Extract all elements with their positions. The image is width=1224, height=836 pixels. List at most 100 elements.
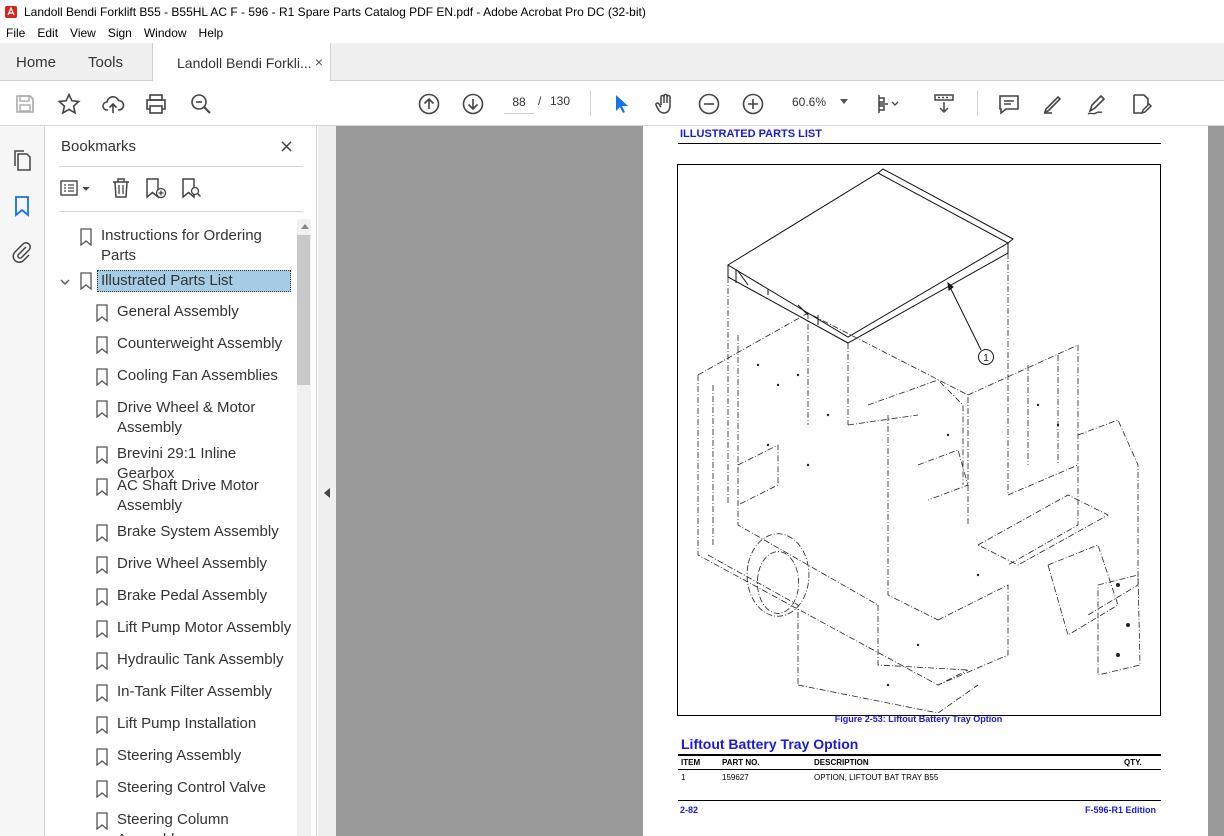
page-total: 130 bbox=[550, 94, 571, 108]
document-canvas[interactable]: ILLUSTRATED PARTS LIST 1 Figure 2-53: Li… bbox=[336, 126, 1224, 836]
bookmark-item[interactable]: In-Tank Filter Assembly bbox=[95, 682, 272, 702]
menu-edit[interactable]: Edit bbox=[31, 26, 64, 40]
bookmark-label: Counterweight Assembly bbox=[117, 335, 283, 352]
menu-window[interactable]: Window bbox=[138, 26, 193, 40]
options-menu-icon[interactable] bbox=[59, 176, 95, 202]
bookmark-item[interactable]: Drive Wheel Assembly bbox=[95, 554, 267, 574]
bookmark-label: Steering Assembly bbox=[117, 747, 242, 764]
zoom-value: 60.6% bbox=[792, 95, 827, 109]
add-bookmark-icon[interactable] bbox=[143, 176, 169, 202]
bookmark-label: General Assembly bbox=[117, 303, 239, 320]
upload-cloud-icon[interactable] bbox=[100, 91, 126, 117]
bookmark-icon bbox=[96, 588, 108, 606]
page-thumbnails-icon[interactable] bbox=[10, 148, 34, 172]
menu-file[interactable]: File bbox=[0, 26, 31, 40]
attachment-icon[interactable] bbox=[10, 240, 34, 264]
page-separator: / bbox=[538, 94, 542, 108]
footer-edition: F-596-R1 Edition bbox=[1085, 805, 1157, 815]
bookmark-list: Instructions for Ordering Parts Illustra… bbox=[45, 218, 297, 836]
divider bbox=[59, 211, 303, 212]
bookmark-icon bbox=[96, 780, 108, 798]
fit-page-icon[interactable] bbox=[874, 91, 900, 117]
page-down-icon[interactable] bbox=[460, 91, 486, 117]
table-cell-item: 1 bbox=[681, 773, 686, 782]
bookmark-label: Brake Pedal Assembly bbox=[117, 587, 268, 604]
bookmark-label: Cooling Fan Assemblies bbox=[117, 367, 278, 384]
bookmark-item[interactable]: Brake System Assembly bbox=[95, 522, 279, 542]
scroll-up-icon[interactable] bbox=[301, 224, 309, 229]
zoom-select[interactable]: 60.6% bbox=[785, 90, 855, 114]
close-panel-icon[interactable]: × bbox=[279, 136, 294, 157]
bookmark-icon bbox=[96, 812, 108, 830]
hand-icon[interactable] bbox=[652, 91, 678, 117]
menu-view[interactable]: View bbox=[64, 26, 102, 40]
bookmark-icon[interactable] bbox=[10, 194, 34, 218]
bookmark-icon bbox=[96, 556, 108, 574]
bookmark-item[interactable]: Lift Pump Installation bbox=[95, 714, 256, 734]
menu-sign[interactable]: Sign bbox=[102, 26, 138, 40]
delete-icon[interactable] bbox=[109, 176, 135, 202]
scrollbar-thumb[interactable] bbox=[297, 235, 310, 385]
bookmark-label: Assembly bbox=[117, 830, 229, 836]
bookmark-item[interactable]: Hydraulic Tank Assembly bbox=[95, 650, 283, 670]
panel-title: Bookmarks bbox=[61, 138, 137, 155]
zoom-in-icon[interactable] bbox=[740, 91, 766, 117]
zoom-out-icon[interactable] bbox=[696, 91, 722, 117]
bookmark-item[interactable]: Drive Wheel & Motor Assembly bbox=[95, 398, 255, 438]
bookmark-label: Parts bbox=[101, 247, 137, 264]
sign-icon[interactable] bbox=[1084, 91, 1110, 117]
scroll-mode-icon[interactable] bbox=[931, 91, 957, 117]
bookmark-label: Instructions for Ordering bbox=[101, 227, 262, 244]
section-title: Liftout Battery Tray Option bbox=[681, 736, 859, 752]
search-zoom-icon[interactable] bbox=[188, 91, 214, 117]
bookmark-icon bbox=[80, 272, 92, 290]
bookmark-icon bbox=[96, 336, 108, 354]
bookmark-icon bbox=[96, 716, 108, 734]
bookmark-item[interactable]: General Assembly bbox=[95, 302, 239, 322]
bookmark-item[interactable]: Steering Column Assembly bbox=[95, 810, 229, 836]
close-tab-icon[interactable]: × bbox=[315, 54, 323, 70]
highlight-pen-icon[interactable] bbox=[1040, 91, 1066, 117]
toolbar-divider bbox=[590, 90, 591, 116]
figure-frame: 1 bbox=[677, 164, 1161, 716]
bookmark-item[interactable]: Instructions for Ordering Parts bbox=[79, 226, 262, 266]
window-title: Landoll Bendi Forklift B55 - B55HL AC F … bbox=[24, 4, 646, 19]
chevron-down-icon[interactable] bbox=[59, 276, 71, 288]
acrobat-icon bbox=[5, 5, 17, 18]
save-icon[interactable] bbox=[12, 91, 38, 117]
tab-bar: Home Tools Landoll Bendi Forkli... × bbox=[0, 43, 1224, 82]
bookmark-item[interactable]: Steering Assembly bbox=[95, 746, 241, 766]
bookmark-icon bbox=[96, 652, 108, 670]
print-icon[interactable] bbox=[143, 91, 169, 117]
bookmark-item-selected[interactable]: Illustrated Parts List bbox=[79, 270, 291, 292]
tab-document[interactable]: Landoll Bendi Forkli... × bbox=[152, 43, 331, 82]
page-up-icon[interactable] bbox=[416, 91, 442, 117]
comment-icon[interactable] bbox=[996, 91, 1022, 117]
select-pointer-icon[interactable] bbox=[608, 91, 634, 117]
title-bar: Landoll Bendi Forklift B55 - B55HL AC F … bbox=[0, 0, 1224, 23]
divider bbox=[678, 769, 1161, 770]
bookmark-item[interactable]: Steering Control Valve bbox=[95, 778, 266, 798]
bookmark-label: Drive Wheel Assembly bbox=[117, 555, 268, 572]
bookmark-item[interactable]: Counterweight Assembly bbox=[95, 334, 282, 354]
bookmark-icon bbox=[96, 684, 108, 702]
bookmark-label: Steering Column bbox=[117, 811, 229, 828]
tab-home[interactable]: Home bbox=[16, 43, 56, 81]
star-icon[interactable] bbox=[56, 91, 82, 117]
page-number-input[interactable]: 88 bbox=[504, 90, 534, 114]
bookmark-label: AC Shaft Drive Motor bbox=[117, 477, 259, 494]
bookmark-icon bbox=[96, 446, 108, 464]
bookmark-item[interactable]: Lift Pump Motor Assembly bbox=[95, 618, 291, 638]
bookmark-item[interactable]: Brake Pedal Assembly bbox=[95, 586, 267, 606]
bookmark-item[interactable]: Cooling Fan Assemblies bbox=[95, 366, 278, 386]
tab-tools[interactable]: Tools bbox=[88, 43, 123, 81]
bookmark-item[interactable]: AC Shaft Drive Motor Assembly bbox=[95, 476, 259, 516]
divider bbox=[59, 166, 303, 167]
find-bookmark-icon[interactable] bbox=[179, 176, 205, 202]
toolbar bbox=[0, 81, 1224, 126]
chevron-left-icon[interactable] bbox=[324, 488, 330, 498]
bookmark-icon bbox=[96, 478, 108, 496]
panel-collapse-handle[interactable] bbox=[318, 126, 336, 836]
edit-pdf-icon[interactable] bbox=[1128, 91, 1154, 117]
menu-help[interactable]: Help bbox=[193, 26, 230, 40]
